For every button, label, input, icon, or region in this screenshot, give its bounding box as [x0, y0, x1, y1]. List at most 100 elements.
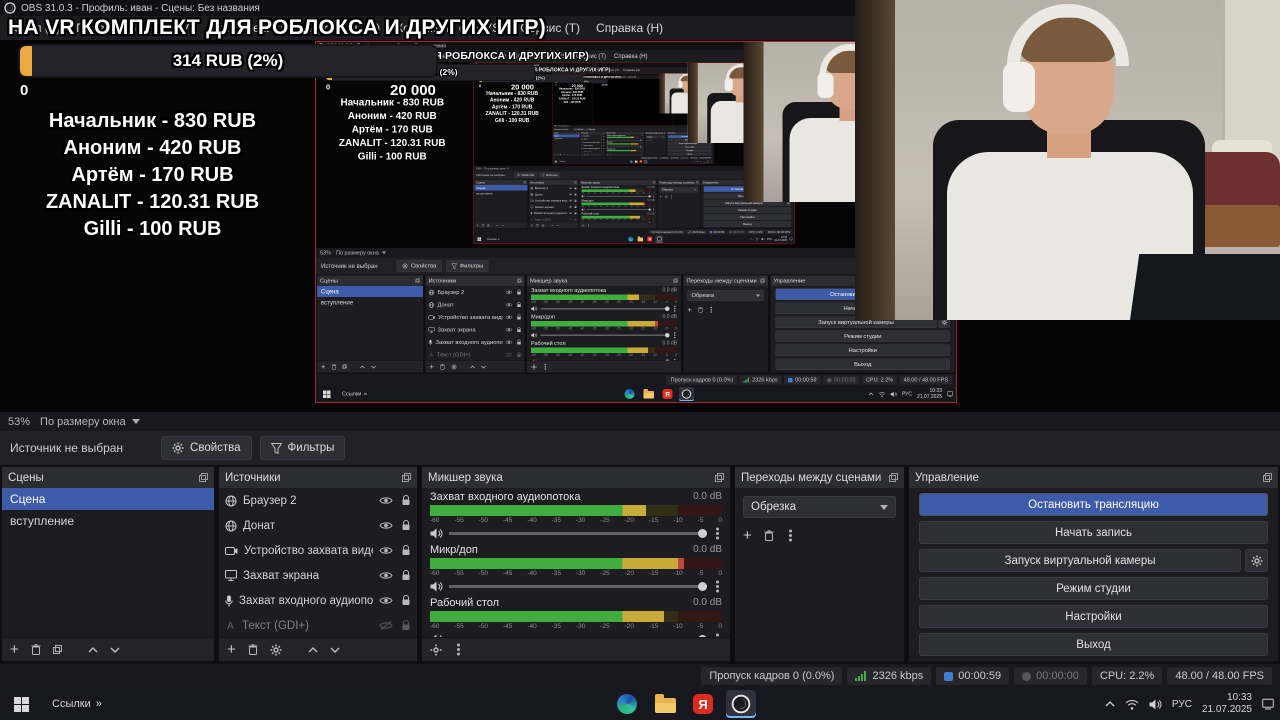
exit-button[interactable]: Выход: [703, 221, 791, 227]
source-item[interactable]: Захват входного аудиопот: [426, 336, 525, 349]
popout-icon[interactable]: [415, 278, 421, 284]
move-scene-down-button[interactable]: [501, 224, 504, 227]
menu-item-profile[interactable]: Профиль (P): [301, 21, 388, 35]
volume-slider[interactable]: [586, 208, 651, 211]
wifi-icon[interactable]: [693, 160, 696, 163]
taskbar-clock[interactable]: 10:33 21.07.2025: [703, 160, 709, 163]
speaker-icon[interactable]: [531, 332, 538, 339]
studio-mode-button[interactable]: Режим студии: [775, 330, 950, 342]
channel-menu-icon[interactable]: [716, 585, 719, 588]
volume-slider[interactable]: [449, 528, 707, 538]
move-scene-down-button[interactable]: [110, 647, 120, 653]
move-source-down-button[interactable]: [330, 647, 340, 653]
volume-slider[interactable]: [449, 581, 707, 591]
yandex-app-button[interactable]: Я: [688, 690, 718, 718]
keyboard-language[interactable]: РУС: [767, 238, 772, 241]
add-transition-button[interactable]: +: [743, 528, 752, 543]
transition-select[interactable]: Обрезка: [743, 496, 896, 518]
eye-icon[interactable]: [379, 496, 393, 505]
settings-button[interactable]: Настройки: [775, 344, 950, 356]
stop-streaming-button[interactable]: Остановить трансляцию: [919, 493, 1268, 516]
remove-source-button[interactable]: [440, 364, 445, 370]
exit-button[interactable]: Выход: [919, 633, 1268, 656]
menu-item-view[interactable]: Вид (V): [144, 21, 201, 35]
mixer-menu-icon[interactable]: [588, 225, 589, 226]
edge-app-button[interactable]: [630, 160, 634, 164]
settings-button[interactable]: Настройки: [667, 149, 712, 152]
start-recording-button[interactable]: Начать запись: [919, 521, 1268, 544]
yandex-app-button[interactable]: Я: [646, 236, 654, 243]
edge-app-button[interactable]: [627, 236, 635, 243]
scene-item[interactable]: Сцена: [317, 286, 423, 297]
remove-transition-button[interactable]: [665, 195, 668, 199]
studio-mode-button[interactable]: Режим студии: [703, 207, 791, 213]
action-center-icon[interactable]: [710, 160, 713, 163]
eye-icon[interactable]: [379, 521, 393, 530]
eye-icon[interactable]: [600, 145, 603, 146]
remove-source-button[interactable]: [248, 644, 258, 655]
links-toolbar[interactable]: Ссылки »: [560, 161, 566, 163]
tray-expand-icon[interactable]: [868, 392, 874, 396]
scene-item[interactable]: вступление: [317, 297, 423, 308]
filters-button[interactable]: Фильтры: [445, 260, 489, 272]
remove-source-button[interactable]: [584, 154, 586, 156]
eye-icon[interactable]: [568, 212, 573, 214]
eye-icon[interactable]: [600, 138, 603, 140]
transition-menu-icon[interactable]: [788, 534, 792, 537]
explorer-app-button[interactable]: [650, 690, 680, 718]
lock-icon[interactable]: [517, 314, 522, 321]
obs-app-button[interactable]: [655, 235, 663, 243]
start-button[interactable]: [553, 160, 558, 164]
lock-icon[interactable]: [574, 186, 577, 190]
start-button[interactable]: [474, 235, 485, 243]
tray-expand-icon[interactable]: [691, 161, 693, 162]
eye-icon[interactable]: [379, 596, 393, 605]
exit-button[interactable]: Выход: [775, 358, 950, 370]
eye-icon[interactable]: [379, 546, 393, 555]
properties-button[interactable]: Свойства: [161, 436, 252, 460]
keyboard-language[interactable]: РУС: [1172, 699, 1192, 710]
lock-icon[interactable]: [401, 495, 411, 506]
taskbar-clock[interactable]: 10:33 21.07.2025: [774, 236, 787, 242]
eye-icon[interactable]: [505, 315, 513, 320]
lock-icon[interactable]: [603, 135, 605, 137]
add-scene-button[interactable]: +: [477, 224, 479, 228]
channel-menu-icon[interactable]: [653, 196, 654, 197]
lock-icon[interactable]: [603, 144, 605, 146]
move-scene-up-button[interactable]: [564, 154, 566, 155]
zoom-level[interactable]: 53%: [320, 250, 331, 256]
popout-icon[interactable]: [652, 181, 655, 184]
yandex-app-button[interactable]: Я: [639, 160, 643, 164]
popout-icon[interactable]: [199, 473, 208, 482]
lock-icon[interactable]: [517, 289, 522, 296]
properties-button[interactable]: Свойства: [396, 260, 442, 272]
move-source-up-button[interactable]: [470, 365, 475, 368]
scene-filters-button[interactable]: [52, 645, 62, 654]
channel-menu-icon[interactable]: [674, 334, 676, 336]
eye-icon[interactable]: [568, 206, 573, 208]
menu-item-scene-collection[interactable]: Коллекция сцен (S): [388, 21, 512, 35]
menu-item-help[interactable]: Справка (Н): [610, 53, 652, 60]
menu-item-docks[interactable]: Док-панели (D): [201, 21, 301, 35]
add-source-button[interactable]: +: [581, 154, 582, 156]
eye-icon[interactable]: [505, 290, 513, 295]
popout-icon[interactable]: [402, 473, 411, 482]
lock-icon[interactable]: [401, 570, 411, 581]
menu-item-profile[interactable]: Профиль (P): [549, 68, 571, 72]
add-source-button[interactable]: +: [227, 642, 236, 657]
explorer-app-button[interactable]: [634, 160, 638, 164]
remove-transition-button[interactable]: [764, 530, 774, 541]
add-scene-button[interactable]: +: [10, 642, 19, 657]
scene-item[interactable]: вступление: [2, 510, 214, 532]
source-properties-button[interactable]: [451, 364, 457, 370]
lock-icon[interactable]: [517, 302, 522, 308]
eye-icon[interactable]: [568, 193, 573, 196]
action-center-icon[interactable]: [1262, 698, 1274, 710]
lock-icon[interactable]: [603, 147, 605, 150]
source-item[interactable]: A Текст (GDI+): [426, 349, 525, 361]
speaker-icon[interactable]: [430, 528, 443, 539]
links-expand-icon[interactable]: »: [364, 391, 367, 397]
tray-expand-icon[interactable]: [1105, 701, 1115, 707]
remove-scene-button[interactable]: [331, 364, 337, 370]
studio-mode-button[interactable]: Режим студии: [667, 145, 712, 149]
